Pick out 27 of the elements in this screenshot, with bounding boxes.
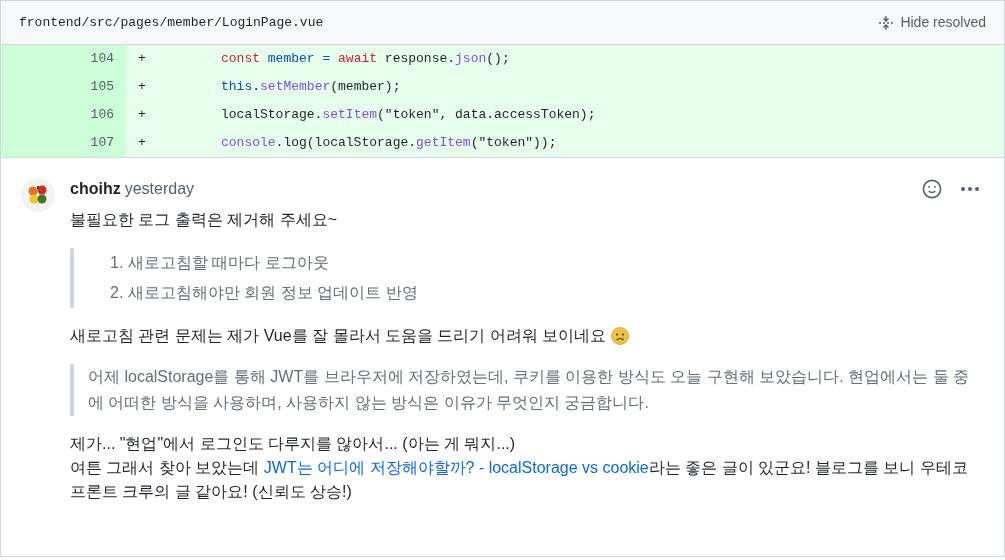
diff-sign: + xyxy=(138,50,147,69)
sad-face-icon xyxy=(611,327,630,345)
collapse-icon xyxy=(878,14,895,31)
comment-time[interactable]: yesterday xyxy=(124,177,195,201)
hide-resolved-button[interactable]: Hide resolved xyxy=(878,12,986,33)
diff-sign: + xyxy=(138,134,147,153)
line-number: 104 xyxy=(1,45,126,73)
diff-sign: + xyxy=(138,78,147,97)
line-number: 106 xyxy=(1,101,126,129)
comment-paragraph: 새로고침 관련 문제는 제가 Vue를 잘 몰라서 도움을 드리기 어려워 보이네요 xyxy=(70,326,607,346)
line-number: 105 xyxy=(1,73,126,101)
code-line: localStorage.setItem("token", data.accessToken); xyxy=(221,106,596,125)
list-item: 1. 새로고침할 때마다 로그아웃 xyxy=(110,253,329,273)
comment-paragraph: 제가... "현업"에서 로그인도 다루지를 않아서... (아는 게 뭐지...) 여튼 그래서 찾아 보았는데 JWT는 어디에 저장해야할까? - localStorage vs cookie라는 좋은 글이 있군요! 블로그를 보니 우테코 프론트 크루의 글 같아요! (신뢰도 상승!) xyxy=(70,434,969,502)
more-options-icon[interactable] xyxy=(960,186,980,192)
code-line: console.log(localStorage.getItem("token")); xyxy=(221,134,557,153)
code-line: this.setMember(member); xyxy=(221,78,401,97)
quoted-text: 어제 localStorage를 통해 JWT를 브라우저에 저장하였는데, 쿠키를 이용한 방식도 오늘 구현해 보았습니다. 현업에서는 둘 중에 어떠한 방식을 사용하며, 사용하지 않는 방식은 이유가 무엇인지 궁금합니다. xyxy=(88,367,970,413)
file-path: frontend/src/pages/member/LoginPage.vue xyxy=(19,13,324,32)
line-number: 107 xyxy=(1,129,126,157)
code-line: const member = await response.json(); xyxy=(221,50,510,69)
diff-sign: + xyxy=(138,106,147,125)
article-link[interactable]: JWT는 어디에 저장해야할까? - localStorage vs cookie xyxy=(263,459,649,476)
smiley-icon[interactable] xyxy=(922,179,942,199)
author-name[interactable]: choihz xyxy=(70,177,121,201)
comment-paragraph: 불필요한 로그 출력은 제거해 주세요~ xyxy=(70,210,338,230)
list-item: 2. 새로고침해야만 회원 정보 업데이트 반영 xyxy=(110,283,418,303)
